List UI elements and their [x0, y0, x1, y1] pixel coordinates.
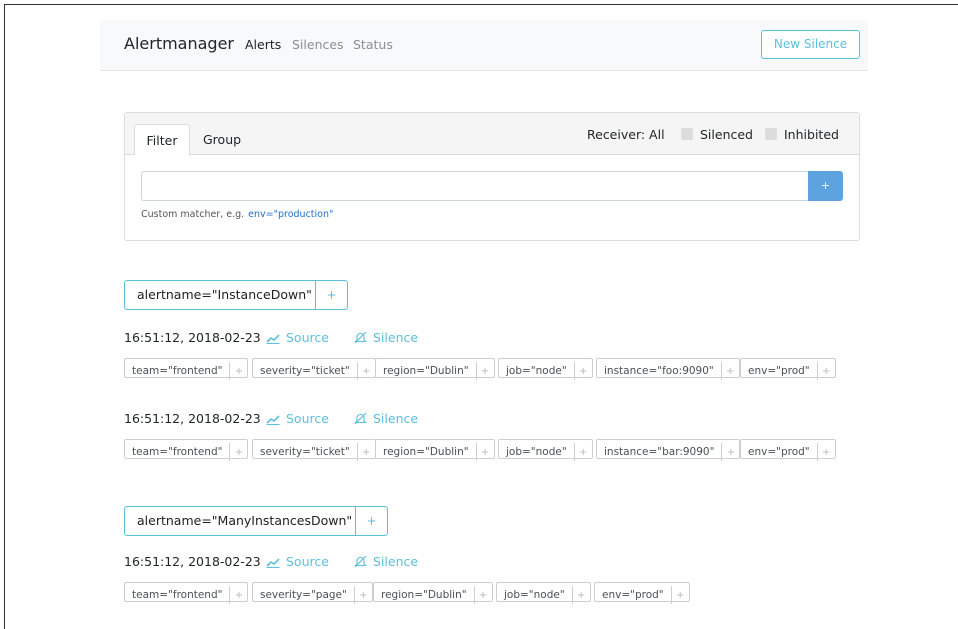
- tab-filter[interactable]: Filter: [134, 124, 190, 156]
- label-badge[interactable]: region="Dublin" +: [373, 582, 493, 605]
- hint-example: env="production": [248, 209, 334, 220]
- label-add-button[interactable]: +: [358, 363, 375, 381]
- alert-time: 16:51:12, 2018-02-23: [124, 330, 261, 345]
- silenced-checkbox[interactable]: [681, 128, 693, 140]
- silence-link[interactable]: Silence: [354, 411, 418, 426]
- label-add-button[interactable]: +: [477, 444, 494, 462]
- silence-label[interactable]: Silence: [373, 411, 418, 426]
- silence-label[interactable]: Silence: [373, 554, 418, 569]
- label-badge[interactable]: severity="ticket" +: [252, 358, 376, 381]
- label-badge[interactable]: env="prod" +: [594, 582, 690, 605]
- nav-alerts[interactable]: Alerts: [245, 37, 281, 52]
- inhibited-checkbox[interactable]: [765, 128, 777, 140]
- silence-label[interactable]: Silence: [373, 330, 418, 345]
- filter-add-button[interactable]: +: [808, 171, 843, 201]
- group-label[interactable]: alertname="ManyInstancesDown": [125, 507, 356, 535]
- receiver-select[interactable]: Receiver: All: [587, 127, 665, 142]
- source-link[interactable]: Source: [266, 330, 329, 345]
- labels-row: team="frontend" + severity="ticket" + regi…: [124, 439, 844, 462]
- brand[interactable]: Alertmanager: [124, 34, 234, 53]
- label-add-button[interactable]: +: [230, 363, 247, 381]
- group-label[interactable]: alertname="InstanceDown": [125, 281, 316, 309]
- chart-line-icon: [266, 558, 280, 568]
- alert-time: 16:51:12, 2018-02-23: [124, 411, 261, 426]
- alert-header: 16:51:12, 2018-02-23 Source Silence: [124, 330, 444, 346]
- source-link[interactable]: Source: [266, 411, 329, 426]
- label-add-button[interactable]: +: [358, 444, 375, 462]
- label-badge[interactable]: team="frontend" +: [124, 439, 249, 462]
- silence-link[interactable]: Silence: [354, 330, 418, 345]
- label-badge[interactable]: region="Dublin" +: [375, 358, 495, 381]
- nav-status[interactable]: Status: [353, 37, 393, 52]
- alert-time: 16:51:12, 2018-02-23: [124, 554, 261, 569]
- label-badge[interactable]: env="prod" +: [740, 358, 836, 381]
- label-add-button[interactable]: +: [475, 587, 492, 605]
- filter-card-header: Filter Group Receiver: All Silenced Inhi…: [125, 113, 859, 156]
- source-label[interactable]: Source: [286, 411, 329, 426]
- label-add-button[interactable]: +: [573, 587, 590, 605]
- label-add-button[interactable]: +: [477, 363, 494, 381]
- label-add-button[interactable]: +: [575, 444, 592, 462]
- bell-slash-icon: [354, 331, 367, 344]
- label-add-button[interactable]: +: [818, 363, 835, 381]
- bell-slash-icon: [354, 412, 367, 425]
- hint-text: Custom matcher, e.g.: [141, 209, 245, 220]
- label-add-button[interactable]: +: [230, 587, 247, 605]
- labels-row: team="frontend" + severity="ticket" + regi…: [124, 358, 844, 381]
- chart-line-icon: [266, 415, 280, 425]
- label-badge[interactable]: instance="foo:9090" +: [596, 358, 740, 381]
- label-badge[interactable]: job="node" +: [496, 582, 591, 605]
- label-add-button[interactable]: +: [355, 587, 372, 605]
- source-link[interactable]: Source: [266, 554, 329, 569]
- filter-input[interactable]: [141, 171, 809, 201]
- alert-header: 16:51:12, 2018-02-23 Source Silence: [124, 411, 444, 427]
- silenced-label[interactable]: Silenced: [700, 127, 753, 142]
- filter-hint: Custom matcher, e.g. env="production": [141, 209, 333, 220]
- nav-silences[interactable]: Silences: [292, 37, 344, 52]
- label-add-button[interactable]: +: [722, 363, 739, 381]
- label-add-button[interactable]: +: [575, 363, 592, 381]
- source-label[interactable]: Source: [286, 554, 329, 569]
- label-badge[interactable]: instance="bar:9090" +: [596, 439, 741, 462]
- source-label[interactable]: Source: [286, 330, 329, 345]
- label-add-button[interactable]: +: [722, 444, 739, 462]
- bell-slash-icon: [354, 555, 367, 568]
- label-badge[interactable]: job="node" +: [498, 358, 593, 381]
- group-add-button[interactable]: +: [315, 281, 348, 309]
- label-add-button[interactable]: +: [818, 444, 835, 462]
- group-button-manyinstancesdown[interactable]: alertname="ManyInstancesDown" +: [124, 506, 388, 536]
- label-add-button[interactable]: +: [230, 444, 247, 462]
- label-badge[interactable]: team="frontend" +: [124, 582, 249, 605]
- chart-line-icon: [266, 334, 280, 344]
- label-badge[interactable]: region="Dublin" +: [375, 439, 495, 462]
- label-add-button[interactable]: +: [672, 587, 689, 605]
- label-badge[interactable]: severity="page" +: [252, 582, 373, 605]
- labels-row: team="frontend" + severity="page" + region…: [124, 582, 844, 605]
- filter-card: Filter Group Receiver: All Silenced Inhi…: [124, 112, 860, 241]
- new-silence-button[interactable]: New Silence: [761, 30, 860, 59]
- inhibited-label[interactable]: Inhibited: [784, 127, 839, 142]
- label-badge[interactable]: team="frontend" +: [124, 358, 249, 381]
- silence-link[interactable]: Silence: [354, 554, 418, 569]
- label-badge[interactable]: env="prod" +: [740, 439, 836, 462]
- alert-header: 16:51:12, 2018-02-23 Source Silence: [124, 554, 444, 570]
- group-add-button[interactable]: +: [355, 507, 388, 535]
- navbar: Alertmanager Alerts Silences Status New …: [100, 20, 868, 71]
- label-badge[interactable]: job="node" +: [498, 439, 593, 462]
- group-button-instancedown[interactable]: alertname="InstanceDown" +: [124, 280, 348, 310]
- label-badge[interactable]: severity="ticket" +: [252, 439, 376, 462]
- tab-group[interactable]: Group: [203, 124, 241, 156]
